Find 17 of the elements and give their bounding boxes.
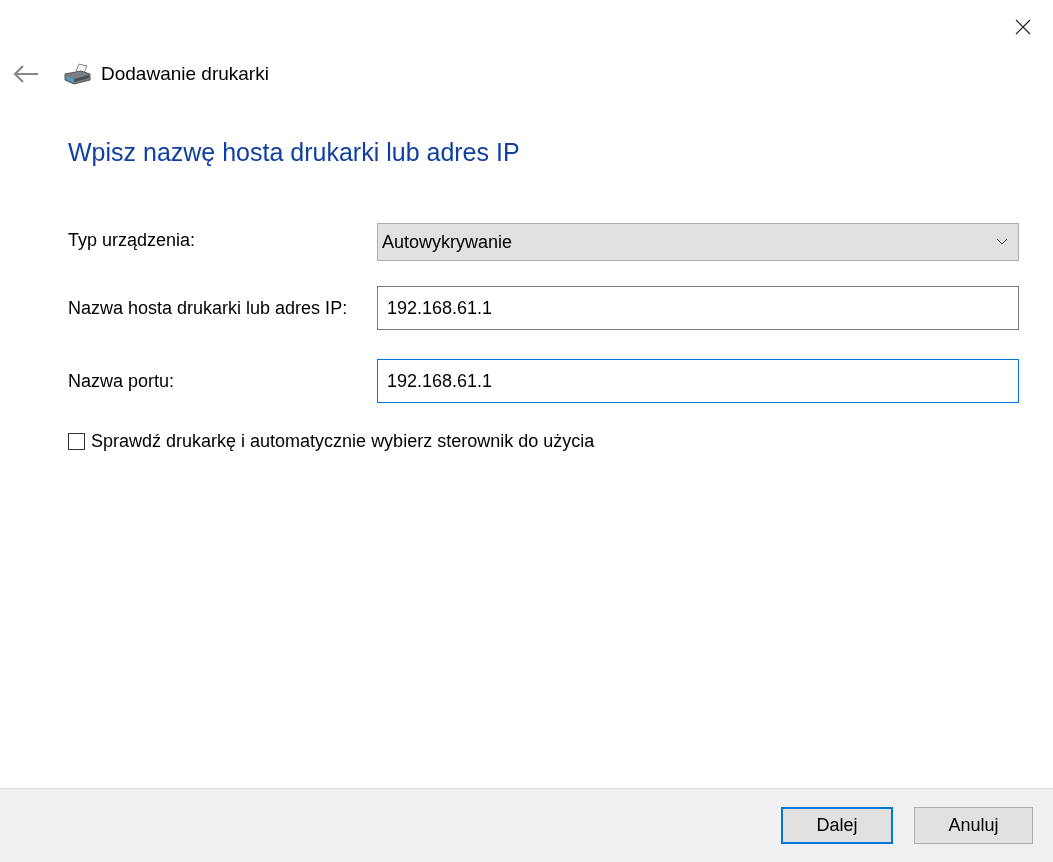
close-icon[interactable]: [1015, 19, 1031, 35]
field-label: Typ urządzenia:: [68, 229, 197, 252]
input-field[interactable]: 192.168.61.1: [377, 286, 1019, 330]
checkbox-label: Sprawdź drukarkę i automatycznie wybierz sterownik do użycia: [91, 431, 595, 452]
window-title: Dodawanie drukarki: [101, 63, 269, 85]
device-type-dropdown[interactable]: Autowykrywanie: [377, 223, 1019, 261]
page-heading: Wpisz nazwę hosta drukarki lub adres IP: [68, 138, 521, 167]
dialog-button[interactable]: Anuluj: [914, 807, 1033, 844]
checkbox-option[interactable]: Sprawdź drukarkę i automatycznie wybierz sterownik do użycia: [68, 431, 1053, 452]
printer-icon: [63, 62, 91, 86]
back-arrow-icon[interactable]: [13, 65, 39, 83]
chevron-down-icon: [996, 238, 1008, 246]
checkbox[interactable]: [68, 433, 85, 450]
dialog-button[interactable]: Dalej: [781, 807, 893, 844]
input-field[interactable]: 192.168.61.1: [377, 359, 1019, 403]
field-label: Nazwa hosta drukarki lub adres IP:: [68, 297, 349, 320]
field-label: Nazwa portu:: [68, 370, 176, 393]
